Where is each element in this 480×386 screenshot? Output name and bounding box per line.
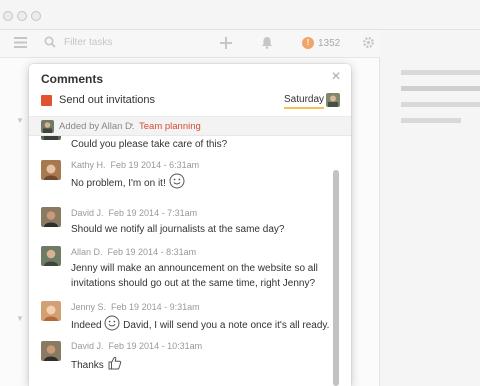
scrollbar-thumb[interactable] (333, 170, 339, 386)
comment-text: Should we notify all journalists at the … (71, 224, 285, 235)
avatar (41, 246, 61, 266)
collapse-arrow-icon[interactable]: ▼ (16, 314, 24, 323)
comments-modal: Comments × Send out invitations Saturday… (29, 64, 351, 386)
app-window: Filter tasks ! 1352 ▼ ▼ Comments × Send … (0, 0, 480, 386)
title-bar (0, 0, 480, 30)
comment-author: David J. (71, 341, 104, 351)
project-link[interactable]: Team planning (139, 121, 201, 132)
comment-author: David J. (71, 208, 104, 218)
avatar (41, 160, 61, 180)
placeholder-line (401, 118, 461, 123)
comment-time: Feb 19 2014 - 8:31am (107, 247, 197, 257)
task-due-date[interactable]: Saturday (284, 94, 325, 109)
comment-meta: Kathy H. Feb 19 2014 - 6:31am (71, 160, 199, 170)
avatar (41, 120, 54, 133)
comment-time: Feb 19 2014 - 6:31am (110, 160, 200, 170)
bell-icon[interactable] (261, 36, 273, 51)
modal-title: Comments (41, 72, 104, 86)
thumbs-up-icon (107, 355, 123, 376)
collapse-arrow-icon[interactable]: ▼ (16, 116, 24, 125)
comment-meta: Jenny S. Feb 19 2014 - 9:31am (71, 302, 200, 312)
avatar (41, 136, 61, 140)
window-minimize-dot[interactable] (17, 11, 27, 21)
task-meta-bar: Added by Allan D. • Team planning (29, 116, 351, 136)
karma-icon[interactable]: ! (302, 37, 314, 49)
menu-icon[interactable] (14, 37, 27, 50)
gear-icon[interactable] (362, 36, 375, 51)
comment-text: David, I will send you a note once it's … (123, 320, 330, 332)
plus-icon[interactable] (220, 37, 232, 51)
close-icon[interactable]: × (329, 69, 343, 85)
search-icon[interactable] (44, 36, 56, 50)
placeholder-line (401, 70, 480, 75)
comment-text-row: Indeed David, I will send you a note onc… (71, 315, 329, 336)
comment-meta: David J. Feb 19 2014 - 7:31am (71, 208, 197, 218)
window-close-dot[interactable] (3, 11, 13, 21)
comment-text: No problem, I'm on it! (71, 178, 166, 190)
task-title[interactable]: Send out invitations (59, 94, 155, 106)
comment-author: Kathy H. (71, 160, 106, 170)
comment-scrollbar[interactable] (333, 140, 340, 386)
comment-meta: Allan D. Feb 19 2014 - 8:31am (71, 247, 196, 257)
comment-text-row: Thanks (71, 355, 123, 376)
window-zoom-dot[interactable] (31, 11, 41, 21)
comment-text: Indeed (71, 320, 102, 332)
placeholder-line (401, 102, 480, 107)
assignee-avatar[interactable] (326, 93, 340, 107)
comment-text: Could you please take care of this? (71, 139, 228, 150)
comment-time: Feb 19 2014 - 9:31am (111, 302, 200, 312)
toolbar: Filter tasks ! 1352 (0, 30, 380, 58)
added-by-label: Added by Allan D. (59, 121, 135, 132)
placeholder-line (401, 86, 480, 91)
avatar (41, 207, 61, 227)
meta-separator: • (130, 120, 134, 131)
comment-text-line: invitations should go out at the same ti… (71, 278, 316, 289)
comment-time: Feb 19 2014 - 10:31am (108, 341, 203, 351)
avatar (41, 341, 61, 361)
comment-author: Jenny S. (71, 302, 107, 312)
comment-author: Allan D. (71, 247, 103, 257)
comment-meta: David J. Feb 19 2014 - 10:31am (71, 341, 202, 351)
search-input[interactable]: Filter tasks (64, 37, 112, 48)
karma-score: 1352 (318, 38, 341, 49)
comment-list: Could you please take care of this? Kath… (29, 136, 351, 386)
comment-time: Feb 19 2014 - 7:31am (108, 208, 198, 218)
comment-text: Thanks (71, 360, 104, 372)
task-checkbox[interactable] (41, 95, 52, 106)
right-panel (381, 30, 480, 386)
smiley-icon (104, 315, 120, 336)
smiley-icon (169, 173, 185, 194)
avatar (41, 301, 61, 321)
comment-text-line: Jenny will make an announcement on the w… (71, 263, 318, 274)
comment-text-row: No problem, I'm on it! (71, 173, 185, 194)
